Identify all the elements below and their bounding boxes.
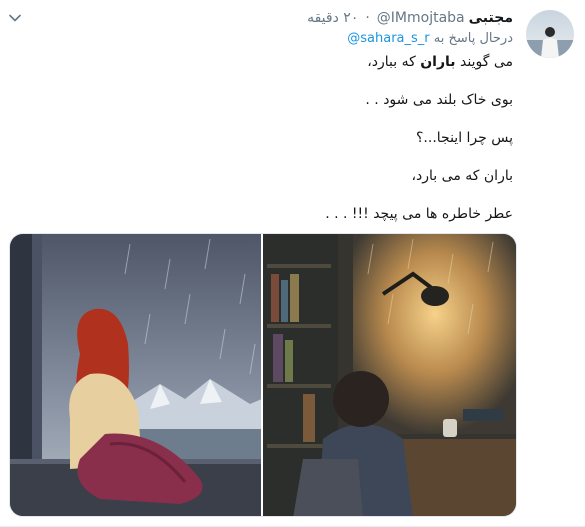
tweet-line-3: پس چرا اینجا...؟ (415, 130, 513, 146)
tweet-text: می گویند باران که ببارد، بوی خاک بلند می… (8, 52, 513, 224)
tweet-line-1-end: که ببارد، (367, 54, 421, 70)
media-image-left[interactable] (10, 234, 261, 516)
tweet-line-1-start: می گویند (455, 54, 513, 70)
girl-rain-illustration (10, 234, 261, 516)
tweet-line-1: می گویند باران که ببارد، (8, 52, 513, 72)
header-separator: · (365, 10, 370, 26)
tweet-header: مجتبی @IMmojtaba · ۲۰ دقیقه (8, 8, 513, 28)
avatar-image (526, 10, 574, 58)
author-display-name[interactable]: مجتبی (469, 8, 513, 28)
reply-target-link[interactable]: @sahara_s_r (347, 31, 429, 46)
tweet-line-1-bold: باران (420, 54, 456, 70)
tweet-media[interactable] (9, 233, 517, 517)
tweet-timestamp[interactable]: ۲۰ دقیقه (307, 8, 358, 28)
tweet-line-4: باران که می بارد، (411, 168, 513, 184)
chevron-down-icon[interactable] (8, 11, 22, 25)
reply-prefix: درحال پاسخ به (433, 31, 513, 46)
boy-desk-illustration (263, 234, 516, 516)
author-handle[interactable]: @IMmojtaba (377, 8, 465, 28)
tweet-line-5: عطر خاطره ها می پیچد !!! . . . (325, 206, 513, 222)
media-image-right[interactable] (263, 234, 516, 516)
tweet[interactable]: مجتبی @IMmojtaba · ۲۰ دقیقه درحال پاسخ ب… (0, 0, 585, 527)
tweet-content: مجتبی @IMmojtaba · ۲۰ دقیقه درحال پاسخ ب… (8, 8, 513, 242)
reply-context: درحال پاسخ به @sahara_s_r (8, 30, 513, 48)
avatar[interactable] (526, 10, 574, 58)
tweet-line-2: بوی خاک بلند می شود . . (365, 92, 513, 108)
